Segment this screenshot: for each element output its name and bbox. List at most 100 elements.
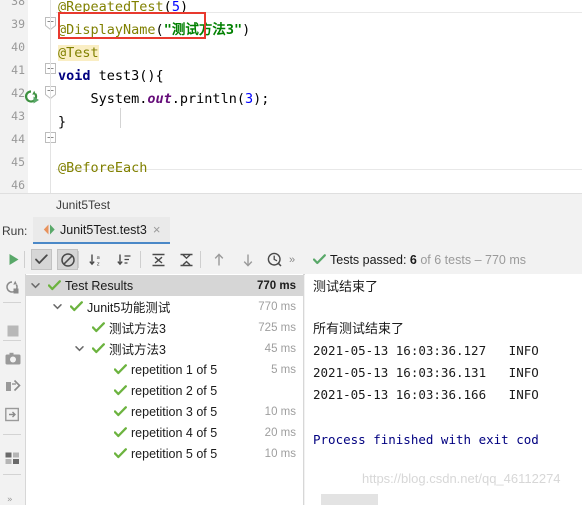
test-tree-row[interactable]: repetition 3 of 5 10 ms (26, 401, 304, 422)
console-output[interactable]: Process finished with exit cod 2021-05-13… (305, 274, 582, 505)
test-tree-row[interactable]: Test Results 770 ms (26, 275, 304, 296)
code-line: } (58, 111, 66, 134)
line-number: 38 (11, 0, 25, 8)
line-number: 42 (11, 86, 25, 100)
line-number: 45 (11, 155, 25, 169)
chevron-down-icon[interactable] (52, 301, 64, 313)
test-duration-label: 20 ms (264, 426, 296, 439)
close-icon[interactable]: × (153, 223, 161, 236)
toolbar-divider (200, 251, 201, 268)
next-failed-button[interactable] (237, 249, 258, 270)
indent-guide (120, 108, 121, 128)
test-passed-icon (114, 427, 127, 440)
expand-all-button[interactable] (148, 249, 169, 270)
code-token: @Test (58, 45, 99, 61)
chevron-down-icon[interactable] (74, 343, 86, 355)
hide-ignored-toggle[interactable] (57, 249, 78, 270)
sort-alphabetically-button[interactable]: az (86, 249, 107, 270)
console-line: 2021-05-13 16:03:36.166 INFO (313, 387, 539, 402)
test-passed-icon (114, 364, 127, 377)
code-token: } (58, 114, 67, 130)
breadcrumb-bar[interactable]: Junit5Test (0, 193, 582, 218)
svg-text:z: z (97, 261, 100, 267)
run-configuration-tab[interactable]: Junit5Test.test3 × (33, 217, 171, 244)
rail-divider (3, 474, 21, 475)
test-passed-icon (92, 322, 105, 335)
test-tree-row[interactable]: repetition 4 of 5 20 ms (26, 422, 304, 443)
run-tab-title: Junit5Test.test3 (60, 222, 147, 237)
code-token: ) (242, 22, 251, 38)
test-results-toolbar: Tests passed: 6 of 6 tests – 770 ms a z » (0, 245, 582, 275)
run-window-side-rail: » (0, 274, 26, 505)
svg-text:a: a (97, 255, 100, 261)
code-token: out (147, 91, 172, 107)
status-prefix: Tests passed: (330, 253, 407, 267)
test-name-label: Test Results (65, 278, 134, 293)
run-tab-bar: Run: Junit5Test.test3 × (0, 217, 582, 246)
layout-icon[interactable] (2, 448, 23, 469)
console-line: 所有测试结束了 (313, 321, 405, 336)
svg-text:»: » (7, 495, 12, 504)
collapse-all-button[interactable] (176, 249, 197, 270)
intellij-idea-window: 38 39 40 41 42 43 44 45 46 @RepeatedTest(5) @Disp… (0, 0, 582, 505)
test-tree-row[interactable]: Junit5功能测试 770 ms (26, 296, 304, 317)
run-tool-window: Run: Junit5Test.test3 × Tests passed: 6 (0, 217, 582, 505)
status-of-text: of 6 tests (420, 253, 472, 267)
test-passed-icon (114, 385, 127, 398)
code-token: @BeforeEach (58, 160, 148, 176)
code-line: System.out.println(3); (58, 88, 270, 111)
test-passed-icon (48, 280, 61, 293)
test-tree-row[interactable]: 测试方法3 725 ms (26, 317, 304, 338)
test-name-label: Junit5功能测试 (87, 301, 171, 315)
rerun-failed-icon[interactable] (2, 277, 23, 298)
test-name-label: repetition 3 of 5 (131, 404, 218, 419)
toolbar-divider (140, 251, 141, 268)
more-icon[interactable]: » (2, 488, 23, 505)
line-number: 43 (11, 109, 25, 123)
breadcrumb-class[interactable]: Junit5Test (56, 198, 110, 212)
line-number: 44 (11, 132, 25, 146)
watermark-text: https://blog.csdn.net/qq_46112274 (362, 471, 561, 486)
passed-count: 6 (409, 253, 417, 267)
test-history-button[interactable] (264, 249, 285, 270)
test-tree-row[interactable]: repetition 1 of 5 5 ms (26, 359, 304, 380)
stop-icon[interactable] (2, 320, 23, 341)
test-duration-label: 770 ms (258, 300, 296, 313)
toolbar-overflow-button[interactable]: » (289, 254, 295, 266)
chevron-down-icon[interactable] (30, 280, 42, 292)
test-name-label: repetition 4 of 5 (131, 425, 218, 440)
rail-divider (3, 340, 21, 341)
export-icon[interactable] (2, 376, 23, 397)
code-line: @BeforeEach (58, 157, 147, 180)
gutter-divider (50, 0, 51, 193)
test-results-tree[interactable]: Test Results 770 ms Junit5功能测试 770 ms 测试方法3 7… (26, 274, 304, 505)
code-token: void (58, 68, 91, 84)
line-number: 41 (11, 63, 25, 77)
toolbar-divider (78, 251, 79, 268)
status-dash: – (474, 253, 482, 267)
console-line: 2021-05-13 16:03:36.127 INFO (313, 343, 539, 358)
code-line: @Test (58, 42, 99, 65)
rerun-icon (43, 224, 55, 235)
rail-divider (3, 434, 21, 435)
code-editor[interactable]: 38 39 40 41 42 43 44 45 46 @RepeatedTest(5) @Disp… (0, 0, 582, 193)
annotation-highlight-box (58, 12, 206, 39)
run-test-gutter-icon[interactable] (24, 90, 40, 104)
test-passed-icon (92, 343, 105, 356)
test-tree-row[interactable]: repetition 5 of 5 10 ms (26, 443, 304, 464)
test-tree-row[interactable]: 测试方法3 45 ms (26, 338, 304, 359)
show-passed-toggle[interactable] (31, 249, 52, 270)
test-name-label: repetition 5 of 5 (131, 446, 218, 461)
import-icon[interactable] (2, 404, 23, 425)
console-line: 测试结束了 (313, 279, 379, 294)
screenshot-icon[interactable] (2, 348, 23, 369)
test-duration-label: 10 ms (264, 405, 296, 418)
test-tree-row[interactable]: repetition 2 of 5 (26, 380, 304, 401)
previous-failed-button[interactable] (208, 249, 229, 270)
line-number: 39 (11, 17, 25, 31)
rerun-button[interactable] (3, 249, 24, 270)
test-duration-label: 770 ms (256, 279, 296, 292)
line-number: 46 (11, 178, 25, 192)
test-name-label: 测试方法3 (109, 343, 166, 357)
sort-by-duration-button[interactable] (114, 249, 135, 270)
